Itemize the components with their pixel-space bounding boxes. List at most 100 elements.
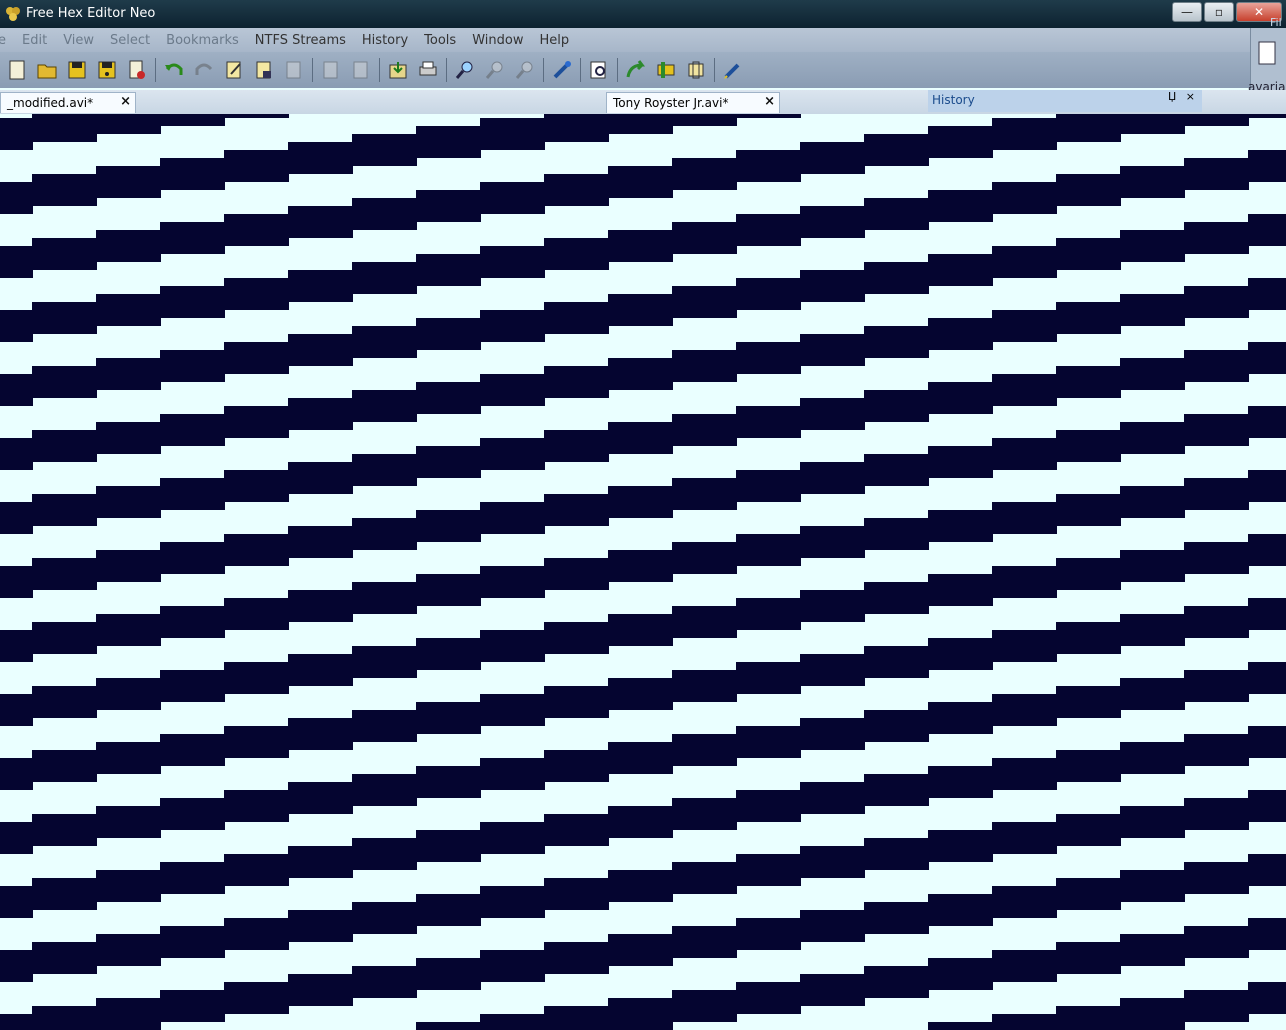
stripe-segment — [896, 262, 913, 294]
save-all-icon[interactable] — [281, 57, 307, 83]
stripe-segment — [64, 430, 81, 462]
stripe-segment — [1152, 294, 1169, 326]
stripe-segment — [1152, 358, 1169, 390]
stripe-segment — [736, 854, 753, 886]
stripe-segment — [480, 694, 497, 726]
stripe-segment — [864, 646, 881, 678]
stripe-segment — [1072, 114, 1089, 142]
menu-help[interactable]: Help — [531, 33, 577, 48]
redo-icon[interactable] — [191, 57, 217, 83]
stripe-segment — [1040, 950, 1057, 982]
find-previous-icon[interactable] — [512, 57, 538, 83]
fill-icon[interactable] — [683, 57, 709, 83]
stripe-segment — [1264, 598, 1281, 630]
menu-history[interactable]: History — [354, 33, 416, 48]
stripe-segment — [240, 534, 257, 566]
stripe-segment — [272, 790, 289, 822]
stripe-segment — [1200, 350, 1217, 382]
stripe-segment — [144, 422, 161, 454]
stripe-segment — [512, 310, 529, 342]
stripe-segment — [224, 150, 241, 182]
stripe-segment — [1008, 438, 1025, 470]
stripe-segment — [480, 630, 497, 662]
stripe-segment — [384, 838, 401, 870]
stripe-segment — [1184, 478, 1201, 510]
stripe-segment — [720, 542, 737, 574]
go-to-icon[interactable] — [623, 57, 649, 83]
stripe-segment — [672, 606, 689, 638]
stripe-segment — [208, 862, 225, 894]
stripe-segment — [64, 686, 81, 718]
maximize-button[interactable]: ▫ — [1204, 2, 1234, 22]
tab-tony-royster-avi[interactable]: Tony Royster Jr.avi* × — [606, 92, 780, 113]
save-disabled-icon[interactable] — [348, 57, 374, 83]
tab-close-icon[interactable]: × — [764, 94, 775, 109]
stripe-segment — [1264, 150, 1281, 182]
stripe-segment — [320, 590, 337, 622]
hex-data-view[interactable] — [0, 114, 1286, 1030]
menu-view[interactable]: View — [55, 33, 102, 48]
stripe-segment — [1200, 862, 1217, 894]
stripe-segment — [1200, 990, 1217, 1022]
stripe-segment — [320, 142, 337, 174]
minimize-button[interactable]: — — [1172, 2, 1202, 22]
stripe-segment — [272, 214, 289, 246]
menu-window[interactable]: Window — [464, 33, 531, 48]
history-close-icon[interactable]: × — [1186, 90, 1195, 103]
new-file-icon[interactable] — [4, 57, 30, 83]
find-next-icon[interactable] — [482, 57, 508, 83]
menu-edit[interactable]: Edit — [14, 33, 55, 48]
stripe-segment — [1216, 158, 1233, 190]
stripe-segment — [112, 870, 129, 902]
stripe-segment — [560, 1006, 577, 1030]
bookmark-icon[interactable] — [653, 57, 679, 83]
stripe-segment — [0, 630, 17, 662]
stripe-segment — [528, 950, 545, 982]
stripe-segment — [272, 342, 289, 374]
stripe-segment — [704, 926, 721, 958]
stripe-segment — [112, 614, 129, 646]
save-as-icon[interactable] — [94, 57, 120, 83]
stripe-segment — [928, 766, 945, 798]
tab-close-icon[interactable]: × — [120, 94, 131, 109]
edit-document-icon[interactable] — [221, 57, 247, 83]
stripe-segment — [272, 406, 289, 438]
menu-bookmarks[interactable]: Bookmarks — [158, 33, 247, 48]
stripe-segment — [32, 814, 49, 846]
menu-file[interactable]: e — [0, 33, 14, 48]
open-folder-icon[interactable] — [34, 57, 60, 83]
find-icon[interactable] — [452, 57, 478, 83]
close-file-icon[interactable] — [124, 57, 150, 83]
stripe-segment — [896, 390, 913, 422]
stripe-segment — [768, 982, 785, 1014]
menu-ntfs-streams[interactable]: NTFS Streams — [247, 33, 354, 48]
stripe-segment — [736, 406, 753, 438]
stripe-segment — [560, 942, 577, 974]
stripe-segment — [144, 614, 161, 646]
stripe-segment — [1024, 694, 1041, 726]
menu-select[interactable]: Select — [102, 33, 158, 48]
print-icon[interactable] — [415, 57, 441, 83]
stripe-segment — [608, 678, 625, 710]
edit-disabled-icon[interactable] — [318, 57, 344, 83]
menu-tools[interactable]: Tools — [416, 33, 464, 48]
save-document-icon[interactable] — [251, 57, 277, 83]
stripe-segment — [48, 114, 65, 142]
tab-modified-avi[interactable]: _modified.avi* × — [0, 92, 136, 113]
stripe-segment — [448, 254, 465, 286]
pin-icon[interactable]: Џ — [1168, 90, 1176, 103]
inspect-icon[interactable] — [586, 57, 612, 83]
stripe-segment — [288, 782, 305, 814]
undo-icon[interactable] — [161, 57, 187, 83]
tools-icon[interactable] — [549, 57, 575, 83]
stripe-segment — [800, 846, 817, 878]
save-icon[interactable] — [64, 57, 90, 83]
stripe-segment — [1152, 934, 1169, 966]
stripe-segment — [640, 678, 657, 710]
stripe-segment — [688, 670, 705, 702]
pencil-icon[interactable] — [720, 57, 746, 83]
export-icon[interactable] — [385, 57, 411, 83]
stripe-segment — [544, 302, 561, 334]
stripe-segment — [1264, 534, 1281, 566]
stripe-segment — [688, 798, 705, 830]
